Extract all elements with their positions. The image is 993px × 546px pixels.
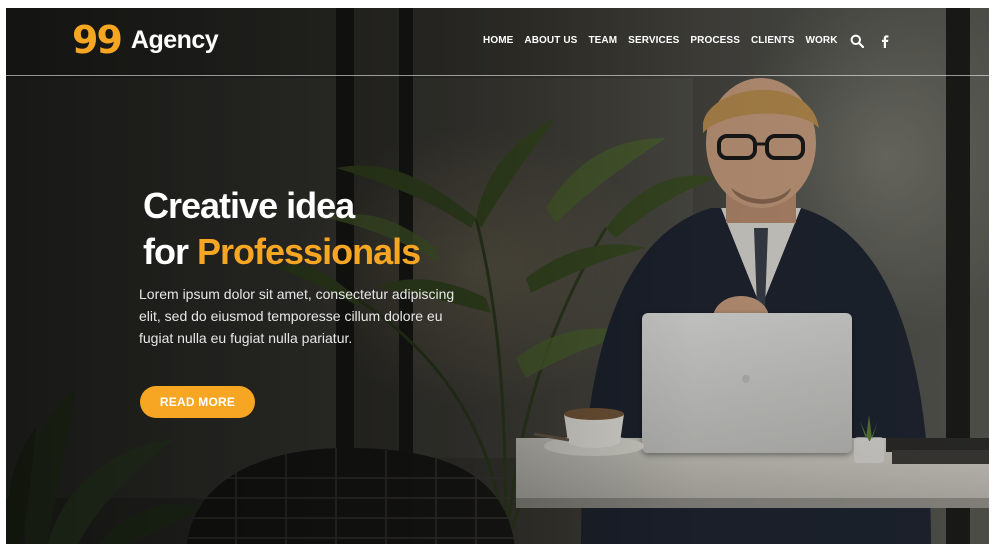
brand-name: Agency (130, 25, 219, 54)
hero-description-line: fugiat nulla eu fugiat nulla pariatur. (139, 330, 353, 346)
facebook-icon[interactable] (878, 34, 892, 48)
hero-background-photo (6, 8, 989, 544)
quote-mark-logo-icon: 99 (72, 18, 123, 62)
hero-description-line: elit, sed do eiusmod temporesse cillum d… (139, 308, 443, 324)
landing-page: 99 Agency HOME ABOUT US TEAM SERVICES PR… (6, 8, 989, 544)
read-more-button[interactable]: READ MORE (140, 386, 255, 418)
hero-description: Lorem ipsum dolor sit amet, consectetur … (139, 283, 499, 349)
brand-logo[interactable]: 99 Agency (72, 18, 219, 62)
nav-item-team[interactable]: TEAM (588, 35, 617, 46)
hero-title-accent: Professionals (197, 231, 421, 272)
nav-item-about-us[interactable]: ABOUT US (524, 35, 577, 46)
hero-title: Creative idea for Professionals (143, 183, 421, 275)
search-icon[interactable] (850, 34, 864, 48)
nav-item-services[interactable]: SERVICES (628, 35, 679, 46)
hero-title-line1: Creative idea (143, 185, 355, 226)
site-header: 99 Agency HOME ABOUT US TEAM SERVICES PR… (6, 8, 989, 76)
nav-item-process[interactable]: PROCESS (690, 35, 740, 46)
header-icons (850, 34, 906, 48)
hero-description-line: Lorem ipsum dolor sit amet, consectetur … (139, 286, 455, 302)
main-nav: HOME ABOUT US TEAM SERVICES PROCESS CLIE… (483, 35, 849, 46)
hero-title-prefix: for (143, 231, 189, 272)
nav-item-clients[interactable]: CLIENTS (751, 35, 794, 46)
nav-item-home[interactable]: HOME (483, 35, 513, 46)
nav-item-work[interactable]: WORK (805, 35, 837, 46)
